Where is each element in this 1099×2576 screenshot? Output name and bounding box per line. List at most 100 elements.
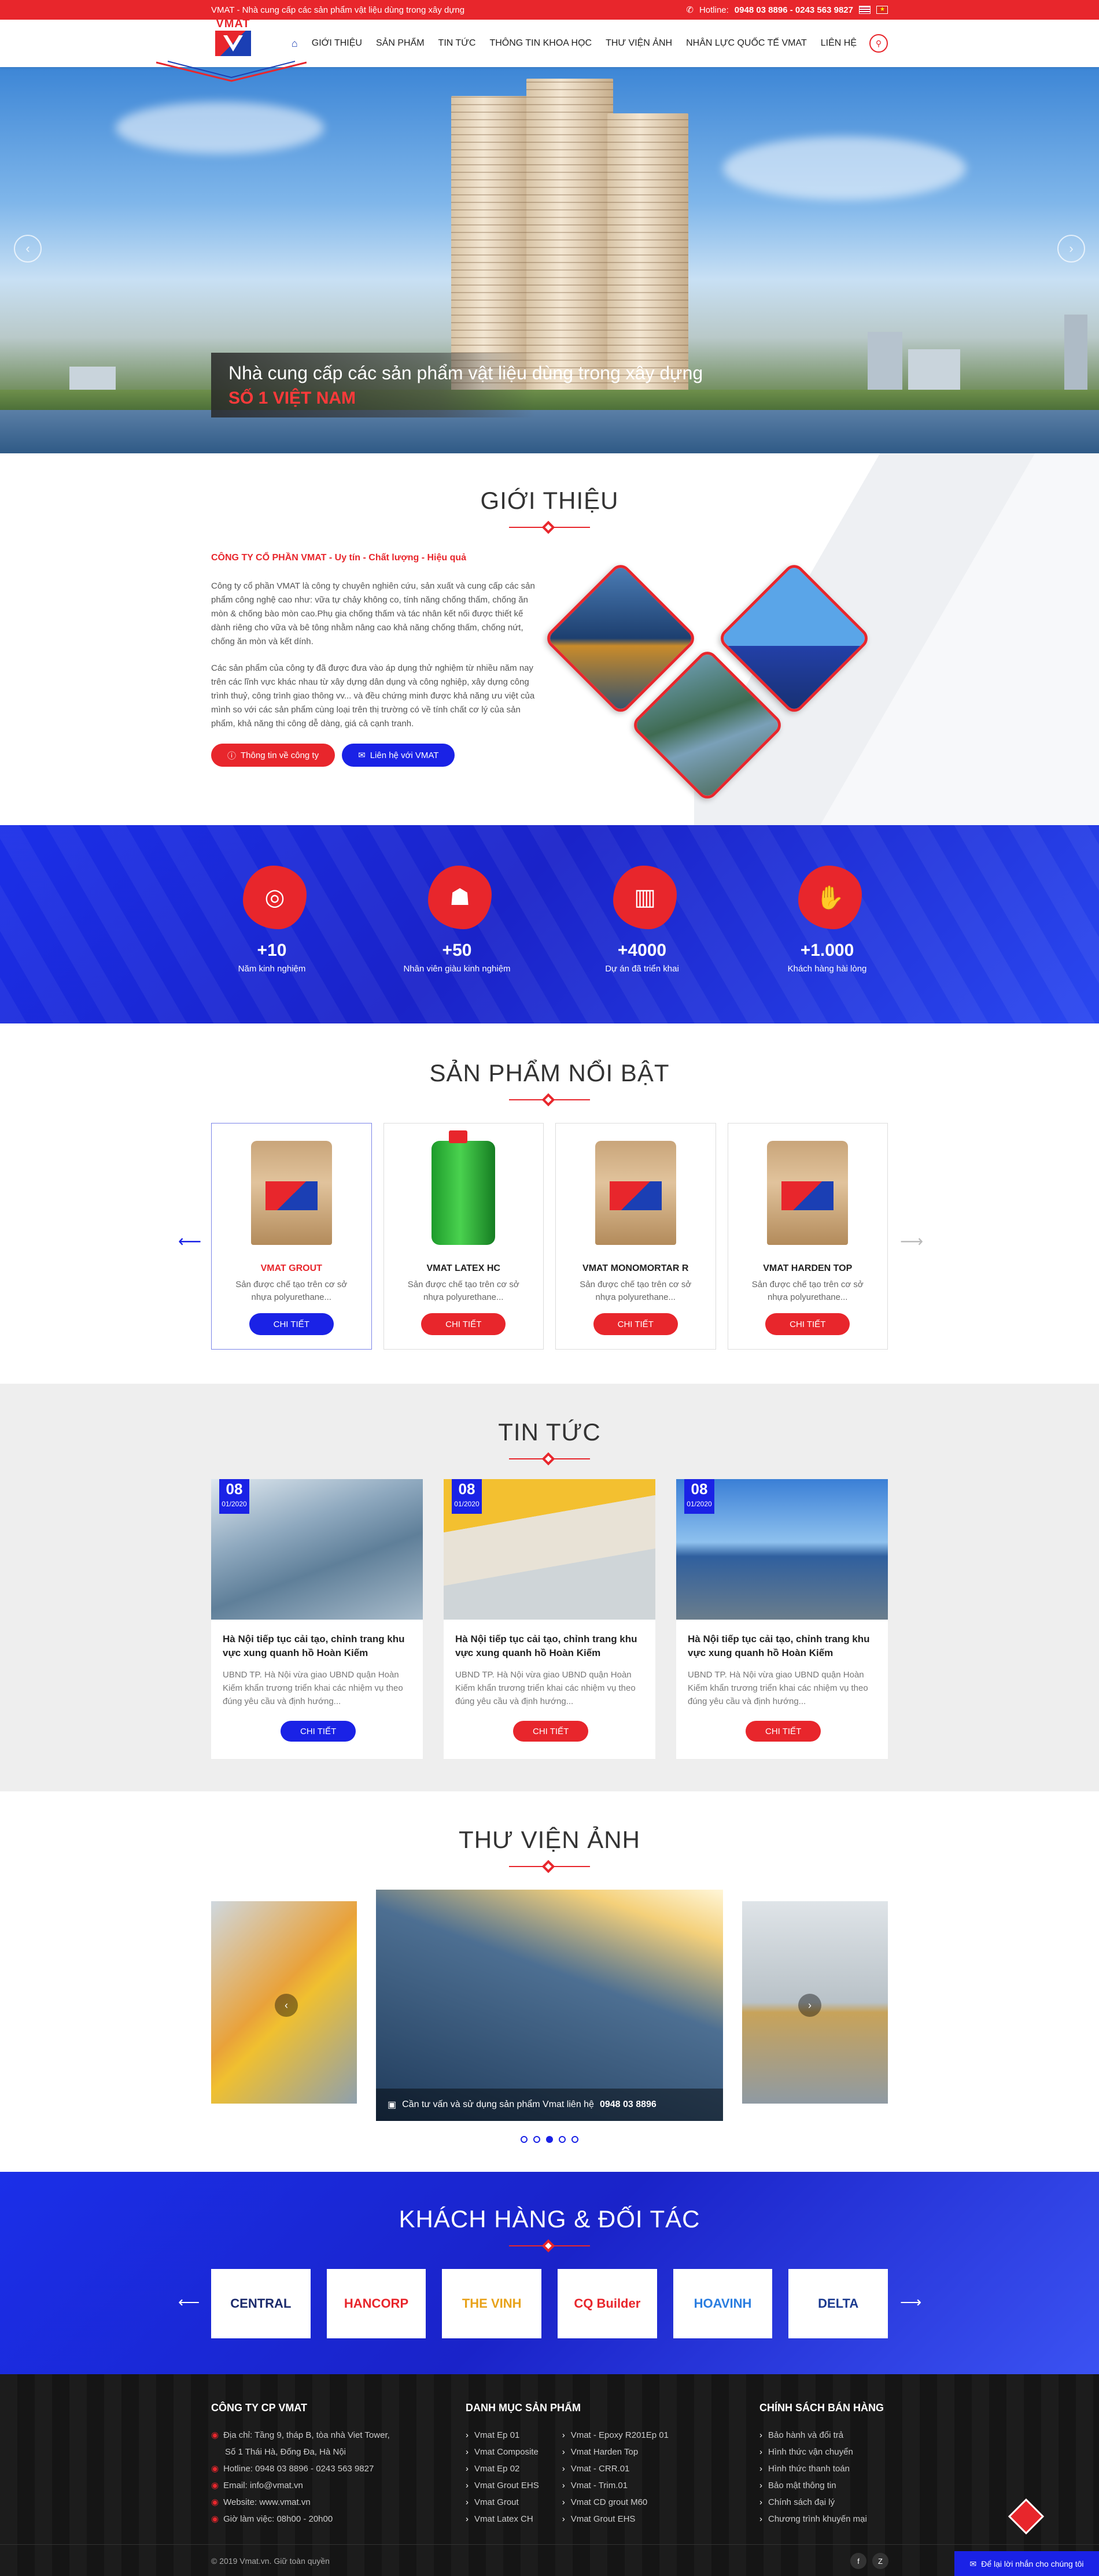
- catalog-link[interactable]: › Vmat - Trim.01: [562, 2477, 669, 2494]
- policy-link[interactable]: › Chương trình khuyến mại: [759, 2511, 884, 2527]
- news-card[interactable]: 08 01/2020 Hà Nội tiếp tục cải tạo, chỉnh…: [211, 1479, 423, 1759]
- news-card[interactable]: 08 01/2020 Hà Nội tiếp tục cải tạo, chỉnh…: [444, 1479, 655, 1759]
- nav-item-nhan-luc[interactable]: NHÂN LỰC QUỐC TẾ VMAT: [679, 38, 814, 49]
- chat-widget[interactable]: ✉ Để lại lời nhắn cho chúng tôi: [954, 2551, 1099, 2576]
- catalog-link[interactable]: › Vmat - Epoxy R201Ep 01: [562, 2427, 669, 2444]
- partner-name: CENTRAL: [230, 2296, 292, 2311]
- policy-link[interactable]: › Bảo hành và đổi trả: [759, 2427, 884, 2444]
- product-name: VMAT LATEX HC: [426, 1263, 500, 1273]
- footer-company-column: CÔNG TY CP VMAT ◉ Địa chỉ: Tầng 9, tháp B…: [211, 2402, 390, 2527]
- partner-logo[interactable]: THE VINH: [442, 2269, 542, 2338]
- news-detail-button[interactable]: CHI TIẾT: [281, 1721, 356, 1742]
- catalog-link[interactable]: › Vmat Ep 01: [466, 2427, 539, 2444]
- catalog-link[interactable]: › Vmat Grout: [466, 2494, 539, 2511]
- product-detail-button[interactable]: CHI TIẾT: [421, 1313, 506, 1335]
- gallery-caption: ▣ Cần tư vấn và sử dụng sản phẩm Vmat li…: [376, 2089, 723, 2121]
- vietnam-flag-icon[interactable]: [876, 6, 888, 14]
- partner-logo[interactable]: HANCORP: [326, 2269, 426, 2338]
- gallery-dot[interactable]: [571, 2136, 578, 2143]
- footer-email[interactable]: ◉ Email: info@vmat.vn: [211, 2477, 390, 2494]
- policy-link[interactable]: › Hình thức thanh toán: [759, 2460, 884, 2477]
- product-description: Sản được chế tạo trên cơ sở nhựa polyure…: [580, 1280, 692, 1302]
- catalog-link[interactable]: › Vmat Grout EHS: [562, 2511, 669, 2527]
- gallery-main-image[interactable]: ▣ Cần tư vấn và sử dụng sản phẩm Vmat li…: [376, 1890, 723, 2121]
- product-detail-button[interactable]: CHI TIẾT: [249, 1313, 334, 1335]
- gallery-prev-arrow-icon[interactable]: ‹: [275, 1994, 298, 2017]
- gallery-dot[interactable]: [521, 2136, 528, 2143]
- facebook-icon[interactable]: f: [850, 2553, 866, 2569]
- nav-item-thong-tin-khoa-hoc[interactable]: THÔNG TIN KHOA HỌC: [482, 38, 599, 49]
- site-logo[interactable]: VMAT: [211, 17, 255, 61]
- product-card[interactable]: VMAT MONOMORTAR R Sản được chế tạo trên …: [555, 1123, 716, 1350]
- home-icon[interactable]: ⌂: [285, 38, 305, 50]
- date-badge: 08 01/2020: [684, 1479, 714, 1514]
- catalog-link[interactable]: › Vmat CD grout M60: [562, 2494, 669, 2511]
- hero-line-2: SỐ 1 VIỆT NAM: [228, 389, 356, 408]
- date-badge: 08 01/2020: [219, 1479, 249, 1514]
- products-next-arrow-icon[interactable]: ⟶: [900, 1232, 923, 1251]
- company-info-button[interactable]: ⓘ Thông tin về công ty: [211, 744, 335, 767]
- nav-item-thu-vien-anh[interactable]: THƯ VIỆN ẢNH: [599, 38, 679, 49]
- nav-item-san-pham[interactable]: SẢN PHẨM: [369, 38, 432, 49]
- news-detail-button[interactable]: CHI TIẾT: [746, 1721, 821, 1742]
- news-title[interactable]: Hà Nội tiếp tục cải tạo, chỉnh trang khu…: [688, 1632, 876, 1660]
- footer-hotline[interactable]: ◉ Hotline: 0948 03 8896 - 0243 563 9827: [211, 2460, 390, 2477]
- gallery-dot[interactable]: [559, 2136, 566, 2143]
- catalog-link[interactable]: › Vmat - CRR.01: [562, 2460, 669, 2477]
- product-detail-button[interactable]: CHI TIẾT: [593, 1313, 678, 1335]
- partner-logo[interactable]: CENTRAL: [211, 2269, 311, 2338]
- main-nav: ⌂ GIỚI THIỆU SẢN PHẨM TIN TỨC THÔNG TIN …: [285, 34, 888, 53]
- chat-icon: ✉: [969, 2559, 977, 2568]
- product-detail-button[interactable]: CHI TIẾT: [765, 1313, 850, 1335]
- nav-item-lien-he[interactable]: LIÊN HỆ: [814, 38, 864, 49]
- partner-logo[interactable]: DELTA: [788, 2269, 888, 2338]
- header: VMAT ⌂ GIỚI THIỆU SẢN PHẨM TIN TỨC THÔNG…: [0, 17, 1099, 82]
- catalog-link[interactable]: › Vmat Grout EHS: [466, 2477, 539, 2494]
- news-title[interactable]: Hà Nội tiếp tục cải tạo, chỉnh trang khu…: [223, 1632, 411, 1660]
- partners-prev-arrow-icon[interactable]: ⟵: [178, 2293, 200, 2311]
- news-image: 08 01/2020: [444, 1479, 655, 1620]
- intro-image-collage: [543, 560, 873, 803]
- product-card[interactable]: VMAT LATEX HC Sản được chế tạo trên cơ s…: [383, 1123, 544, 1350]
- catalog-link[interactable]: › Vmat Latex CH: [466, 2511, 539, 2527]
- date-day: 08: [458, 1480, 475, 1498]
- gallery-dot[interactable]: [533, 2136, 540, 2143]
- partners-next-arrow-icon[interactable]: ⟶: [900, 2293, 921, 2311]
- search-icon[interactable]: ⚲: [869, 34, 888, 53]
- nav-item-tin-tuc[interactable]: TIN TỨC: [432, 38, 483, 49]
- tagline: VMAT - Nhà cung cấp các sản phẩm vật liệ…: [211, 5, 465, 15]
- products-prev-arrow-icon[interactable]: ⟵: [178, 1232, 201, 1251]
- hotline-number[interactable]: 0948 03 8896 - 0243 563 9827: [735, 5, 853, 15]
- policy-link[interactable]: › Bảo mật thông tin: [759, 2477, 884, 2494]
- policy-link[interactable]: › Hình thức vận chuyển: [759, 2444, 884, 2460]
- hero-next-arrow-icon[interactable]: ›: [1057, 235, 1085, 263]
- cloud-shape: [723, 136, 966, 200]
- catalog-link[interactable]: › Vmat Harden Top: [562, 2444, 669, 2460]
- nav-item-gioi-thieu[interactable]: GIỚI THIỆU: [305, 38, 369, 49]
- hero-prev-arrow-icon[interactable]: ‹: [14, 235, 42, 263]
- partner-logo[interactable]: HOAVINH: [673, 2269, 773, 2338]
- date-day: 08: [226, 1480, 243, 1498]
- zalo-icon[interactable]: Z: [872, 2553, 888, 2569]
- news-card[interactable]: 08 01/2020 Hà Nội tiếp tục cải tạo, chỉnh…: [676, 1479, 888, 1759]
- contact-button[interactable]: ✉ Liên hệ với VMAT: [342, 744, 455, 767]
- back-to-top-icon[interactable]: [1008, 2498, 1045, 2535]
- product-card[interactable]: VMAT HARDEN TOP Sản được chế tạo trên cơ…: [727, 1123, 888, 1350]
- partner-logo[interactable]: CQ Builder: [558, 2269, 657, 2338]
- gallery-caption-phone[interactable]: 0948 03 8896: [600, 2100, 657, 2110]
- news-title[interactable]: Hà Nội tiếp tục cải tạo, chỉnh trang khu…: [455, 1632, 644, 1660]
- company-info-label: Thông tin về công ty: [241, 750, 319, 760]
- hero-caption: Nhà cung cấp các sản phẩm vật liệu dùng …: [211, 353, 703, 417]
- partners-section: KHÁCH HÀNG & ĐỐI TÁC ⟵ ⟶ CENTRAL HANCORP…: [0, 2172, 1099, 2374]
- gallery-dot[interactable]: [546, 2136, 553, 2143]
- catalog-link[interactable]: › Vmat Composite: [466, 2444, 539, 2460]
- gallery-caption-text: Cần tư vấn và sử dụng sản phẩm Vmat liên…: [402, 2100, 594, 2109]
- product-card[interactable]: VMAT GROUT Sản được chế tạo trên cơ sở n…: [211, 1123, 372, 1350]
- english-flag-icon[interactable]: [859, 6, 871, 14]
- news-detail-button[interactable]: CHI TIẾT: [513, 1721, 589, 1742]
- policy-link[interactable]: › Chính sách đại lý: [759, 2494, 884, 2511]
- gallery-next-arrow-icon[interactable]: ›: [798, 1994, 821, 2017]
- catalog-link[interactable]: › Vmat Ep 02: [466, 2460, 539, 2477]
- intro-section: GIỚI THIỆU CÔNG TY CỔ PHẦN VMAT - Uy tín…: [0, 453, 1099, 825]
- footer-website[interactable]: ◉ Website: www.vmat.vn: [211, 2494, 390, 2511]
